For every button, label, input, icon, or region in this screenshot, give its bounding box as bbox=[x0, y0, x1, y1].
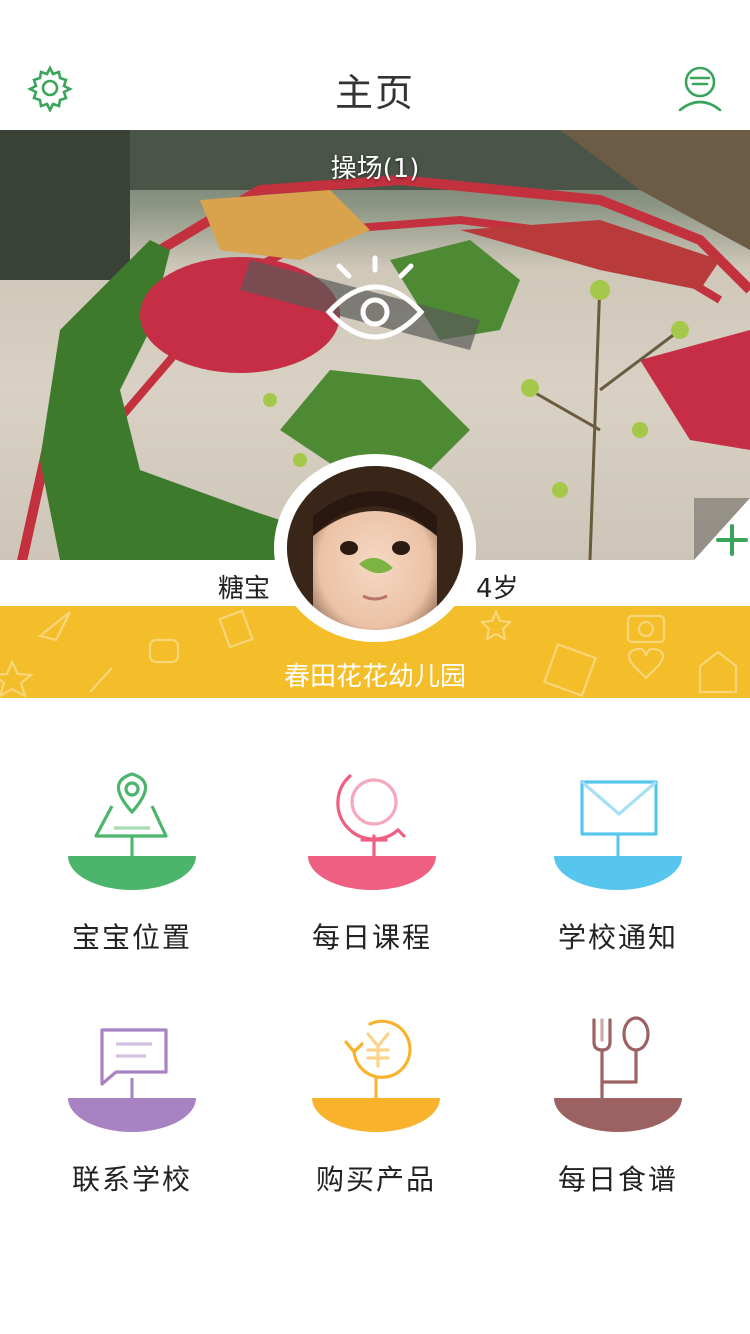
menu-item-contact-school[interactable]: 联系学校 bbox=[12, 940, 252, 1196]
top-navigation-bar: 主页 bbox=[0, 40, 750, 130]
child-name: 糖宝 bbox=[218, 574, 271, 604]
menu-item-baby-location[interactable]: 宝宝位置 bbox=[12, 698, 252, 954]
avatar[interactable] bbox=[287, 466, 463, 630]
menu-item-school-notice[interactable]: 学校通知 bbox=[498, 698, 738, 954]
eye-icon[interactable] bbox=[325, 252, 425, 352]
chat-bubble-icon bbox=[68, 1028, 196, 1132]
envelope-icon bbox=[554, 780, 682, 890]
yuan-refresh-icon bbox=[312, 1019, 440, 1132]
globe-icon bbox=[308, 774, 436, 890]
menu-label: 每日食谱 bbox=[557, 1163, 678, 1196]
feature-grid: 宝宝位置 每日课程 学校通知 联系学校 购买产品 每日食谱 bbox=[0, 698, 750, 1334]
menu-item-buy-products[interactable]: 购买产品 bbox=[256, 940, 496, 1196]
child-age: 4岁 bbox=[476, 574, 519, 604]
fork-spoon-icon bbox=[554, 1016, 682, 1132]
location-map-icon bbox=[68, 772, 196, 890]
child-photo bbox=[287, 466, 463, 630]
menu-item-daily-recipe[interactable]: 每日食谱 bbox=[498, 940, 738, 1196]
page-title: 主页 bbox=[334, 71, 415, 115]
school-name: 春田花花幼儿园 bbox=[283, 662, 466, 692]
menu-item-daily-course[interactable]: 每日课程 bbox=[252, 698, 492, 954]
menu-label: 购买产品 bbox=[315, 1163, 436, 1196]
menu-label: 联系学校 bbox=[71, 1163, 192, 1196]
plus-icon[interactable] bbox=[694, 498, 750, 560]
user-profile-icon[interactable] bbox=[674, 62, 726, 114]
camera-label: 操场(1) bbox=[330, 154, 420, 184]
